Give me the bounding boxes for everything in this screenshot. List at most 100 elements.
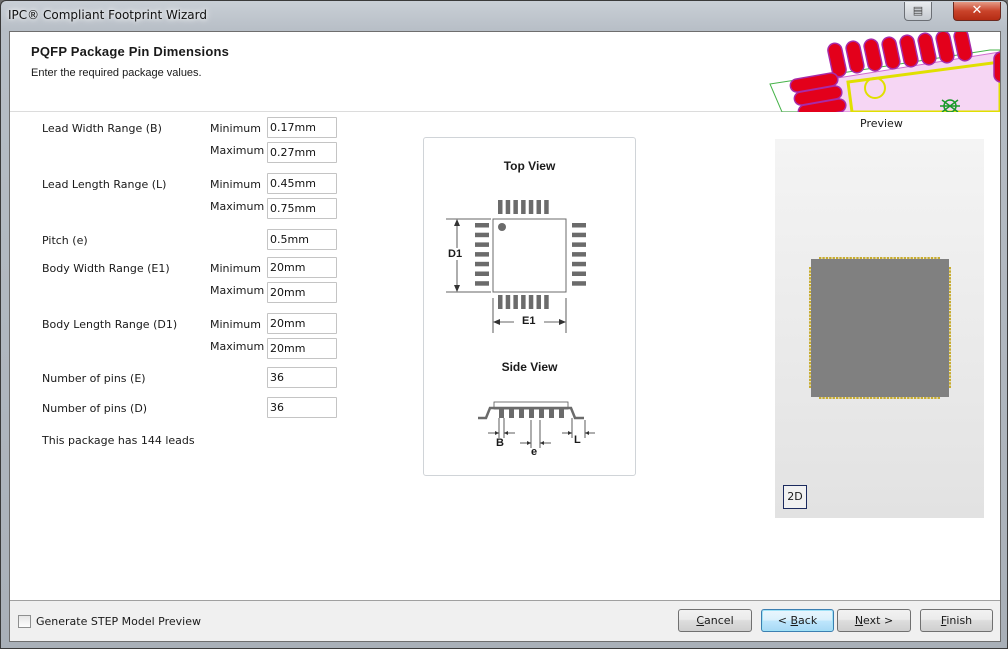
body-width-max-input[interactable]: 20mm (267, 282, 337, 303)
body-width-label: Body Width Range (E1) (42, 262, 170, 275)
preview-pad (949, 277, 951, 280)
preview-pad (819, 397, 822, 399)
preview-pad (949, 361, 951, 365)
lead-length-max-label: Maximum (210, 200, 265, 213)
preview-pad (949, 382, 951, 385)
preview-pad (949, 267, 951, 270)
preview-pad (886, 397, 890, 399)
lead-count-summary: This package has 144 leads (42, 434, 195, 447)
preview-pad (949, 314, 951, 317)
next-accel: N (854, 614, 864, 627)
preview-pad (866, 397, 869, 399)
restore-button[interactable]: ▤ (904, 2, 932, 21)
preview-pad (859, 397, 863, 399)
preview-pad (949, 375, 951, 378)
preview-pad (842, 397, 846, 399)
footprint-preview[interactable]: 2D (775, 139, 984, 518)
preview-pad (893, 397, 896, 399)
preview-pad (949, 283, 951, 287)
title-bar: IPC® Compliant Footprint Wizard ▤ ✕ (1, 1, 1007, 31)
preview-pad (880, 397, 883, 399)
lead-width-max-input[interactable]: 0.27mm (267, 142, 337, 163)
preview-pad (949, 355, 951, 358)
footprint-banner-graphic (769, 32, 1000, 112)
lead-length-min-input[interactable]: 0.45mm (267, 173, 337, 194)
lead-width-min-input[interactable]: 0.17mm (267, 117, 337, 138)
body-length-min-label: Minimum (210, 318, 261, 331)
preview-pad (949, 338, 951, 341)
lead-length-max-input[interactable]: 0.75mm (267, 198, 337, 219)
lead-length-min-label: Minimum (210, 178, 261, 191)
preview-pad (920, 397, 924, 399)
lead-length-label: Lead Length Range (L) (42, 178, 167, 191)
close-button[interactable]: ✕ (953, 2, 1001, 21)
next-label: ext > (863, 614, 894, 627)
pins-e-label: Number of pins (E) (42, 372, 146, 385)
preview-pad (949, 365, 951, 368)
preview-pad (949, 358, 951, 361)
body-length-label: Body Length Range (D1) (42, 318, 178, 331)
preview-label: Preview (860, 117, 903, 130)
step-preview-label[interactable]: Generate STEP Model Preview (36, 615, 201, 628)
preview-pad (917, 397, 920, 399)
finish-button[interactable]: Finish (920, 609, 993, 632)
b-dimension-label: B (496, 437, 504, 449)
preview-pad (949, 321, 951, 324)
preview-pad (949, 294, 951, 297)
pitch-label: Pitch (e) (42, 234, 88, 247)
body-width-max-label: Maximum (210, 284, 265, 297)
preview-pad (876, 397, 879, 399)
cancel-accel: C (696, 614, 705, 627)
preview-pad (949, 290, 951, 294)
preview-pad (900, 397, 903, 399)
body-length-max-input[interactable]: 20mm (267, 338, 337, 359)
pins-e-input[interactable]: 36 (267, 367, 337, 388)
preview-pad (949, 317, 951, 321)
2d-view-button[interactable]: 2D (783, 485, 807, 509)
preview-pad (949, 348, 951, 351)
preview-pad (869, 397, 873, 399)
preview-pad (846, 397, 849, 399)
preview-pad (949, 311, 951, 314)
pitch-input[interactable]: 0.5mm (267, 229, 337, 250)
page-title: PQFP Package Pin Dimensions (31, 44, 230, 59)
footprint-banner-image (760, 32, 1000, 112)
preview-pad (849, 397, 852, 399)
step-preview-checkbox-row[interactable]: Generate STEP Model Preview (18, 615, 201, 628)
l-dimension-label: L (574, 434, 581, 446)
next-button[interactable]: Next > (837, 609, 911, 632)
step-preview-checkbox[interactable] (18, 615, 31, 628)
preview-pad (949, 344, 951, 348)
preview-pad (856, 397, 859, 399)
preview-pad (949, 324, 951, 327)
body-length-max-label: Maximum (210, 340, 265, 353)
wizard-client: PQFP Package Pin Dimensions Enter the re… (9, 31, 1001, 642)
pitch-dimension-label: e (531, 446, 538, 458)
pins-d-input[interactable]: 36 (267, 397, 337, 418)
preview-pad (873, 397, 876, 399)
back-button[interactable]: < Back (761, 609, 834, 632)
preview-pad (949, 328, 951, 331)
body-width-min-label: Minimum (210, 262, 261, 275)
preview-pad (949, 270, 951, 273)
preview-pad (949, 307, 951, 311)
preview-pad (949, 273, 951, 277)
preview-pad (949, 304, 951, 307)
body-width-min-input[interactable]: 20mm (267, 257, 337, 278)
wizard-window: IPC® Compliant Footprint Wizard ▤ ✕ PQFP… (0, 0, 1008, 649)
preview-pad (937, 397, 940, 399)
preview-pad (852, 397, 856, 399)
cancel-label: ancel (704, 614, 734, 627)
preview-pad (949, 287, 951, 290)
package-body (811, 259, 949, 397)
restore-window-icon: ▤ (912, 4, 924, 17)
dimension-diagram: Top View D1 E1 Side View B e L (423, 137, 636, 476)
preview-pad (949, 351, 951, 355)
body-length-min-input[interactable]: 20mm (267, 313, 337, 334)
preview-pad (949, 341, 951, 344)
preview-pad (896, 397, 900, 399)
preview-pad (907, 397, 910, 399)
cancel-button[interactable]: Cancel (678, 609, 752, 632)
preview-pad (903, 397, 907, 399)
lead-width-max-label: Maximum (210, 144, 265, 157)
